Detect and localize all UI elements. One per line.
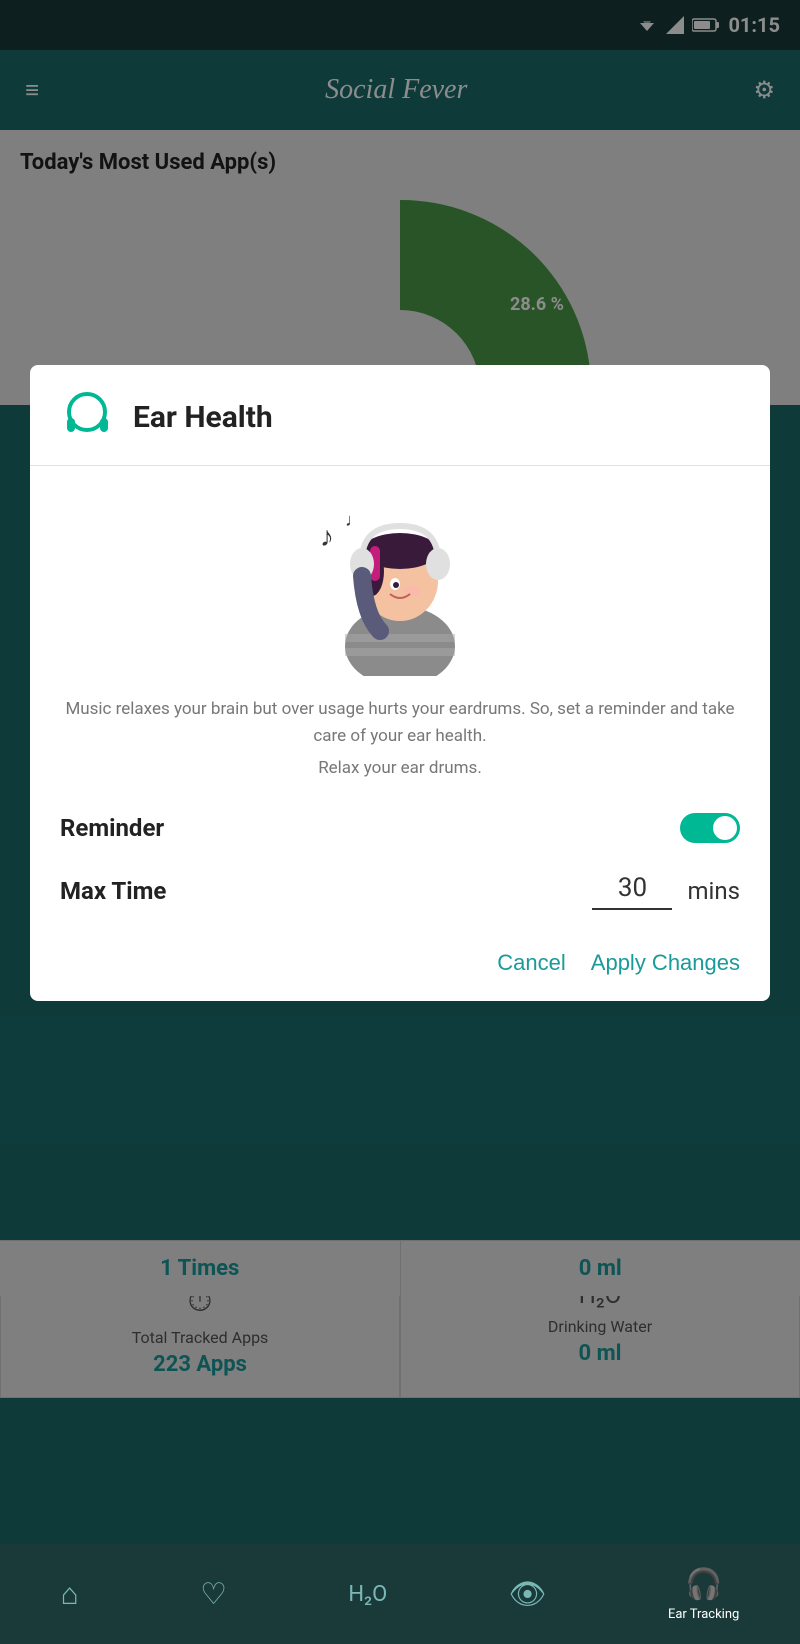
girl-illustration: ♪ ♩ xyxy=(290,486,510,676)
modal-body: ♪ ♩ Music relaxes your brain but over us… xyxy=(30,466,770,1001)
description-text: Music relaxes your brain but over usage … xyxy=(65,699,734,746)
reminder-toggle[interactable] xyxy=(680,813,740,843)
modal-actions: Cancel Apply Changes xyxy=(60,945,740,976)
modal-header: Ear Health xyxy=(30,365,770,466)
svg-text:♩: ♩ xyxy=(345,510,363,531)
bottom-nav: ⌂ ♡ H₂O 👁 🎧 Ear Tracking xyxy=(0,1544,800,1644)
max-time-value[interactable]: 30 xyxy=(592,873,672,910)
toggle-thumb xyxy=(713,816,737,840)
headphones-icon xyxy=(60,390,115,445)
apply-changes-button[interactable]: Apply Changes xyxy=(591,950,740,976)
svg-text:♪: ♪ xyxy=(320,520,334,553)
modal-illustration: ♪ ♩ xyxy=(60,486,740,676)
nav-eye[interactable]: 👁 xyxy=(509,1577,547,1612)
ear-tracking-label: Ear Tracking xyxy=(668,1607,739,1622)
nav-ear-tracking[interactable]: 🎧 Ear Tracking xyxy=(668,1567,739,1622)
nav-heart[interactable]: ♡ xyxy=(200,1577,227,1612)
max-time-unit: mins xyxy=(687,877,740,905)
relax-text: Relax your ear drums. xyxy=(60,755,740,782)
nav-water[interactable]: H₂O xyxy=(348,1582,387,1607)
home-icon: ⌂ xyxy=(61,1577,79,1612)
ear-health-modal: Ear Health xyxy=(30,365,770,1001)
nav-home[interactable]: ⌂ xyxy=(61,1577,79,1612)
eye-icon: 👁 xyxy=(509,1577,547,1612)
cancel-button[interactable]: Cancel xyxy=(497,950,565,976)
ear-tracking-icon: 🎧 xyxy=(685,1567,722,1602)
modal-title: Ear Health xyxy=(133,400,273,435)
reminder-label: Reminder xyxy=(60,814,164,842)
max-time-label: Max Time xyxy=(60,877,592,905)
reminder-row: Reminder xyxy=(60,813,740,843)
max-time-row: Max Time 30 mins xyxy=(60,873,740,910)
water-nav-icon: H₂O xyxy=(348,1582,387,1607)
modal-description: Music relaxes your brain but over usage … xyxy=(60,696,740,783)
heart-icon: ♡ xyxy=(200,1577,227,1612)
